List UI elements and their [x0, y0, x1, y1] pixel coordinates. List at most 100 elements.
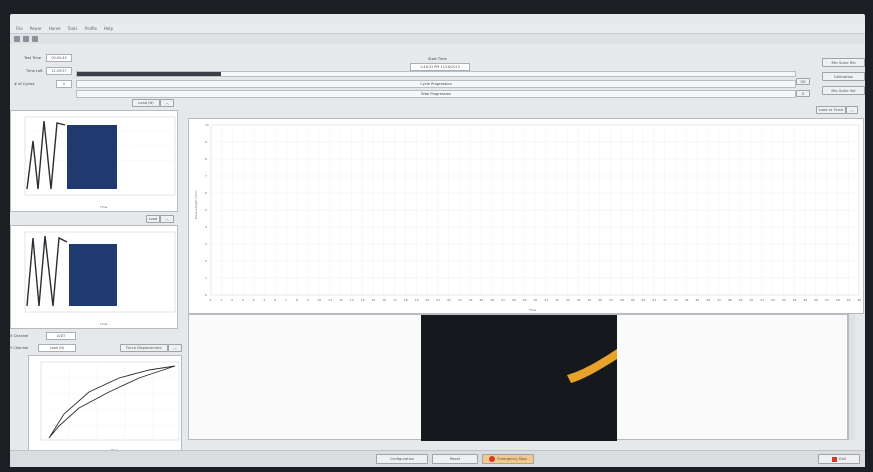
main-x-tick: 52 — [771, 298, 775, 302]
main-x-tick: 10 — [318, 298, 322, 302]
chevron-up-icon[interactable]: ︿ — [160, 215, 174, 223]
main-x-tick: 46 — [706, 298, 710, 302]
main-x-tick: 18 — [404, 298, 408, 302]
stop-icon — [489, 456, 496, 462]
main-x-tick: 30 — [534, 298, 538, 302]
scale-select[interactable]: Load vs Force — [816, 106, 846, 114]
time-axis-label-2: Time — [99, 322, 107, 326]
x-channel-value[interactable]: LVDT — [46, 332, 76, 340]
run-icon[interactable] — [14, 36, 20, 42]
main-x-tick: 16 — [382, 298, 386, 302]
main-x-tick: 23 — [458, 298, 462, 302]
main-x-tick: 0 — [210, 298, 212, 302]
main-x-tick: 47 — [717, 298, 721, 302]
menu-tools[interactable]: Tools — [68, 26, 78, 31]
exit-label: Exit — [839, 457, 846, 461]
main-x-tick: 9 — [307, 298, 309, 302]
cycle-progress-bar: Cycle Progression — [76, 80, 796, 88]
stop-icon[interactable] — [23, 36, 29, 42]
min-scale-rib-button[interactable]: Min Scale Rib — [822, 58, 865, 67]
main-x-tick: 49 — [739, 298, 743, 302]
reset-button[interactable]: Reset — [432, 454, 478, 464]
menu-file[interactable]: File — [16, 26, 23, 31]
main-x-tick: 43 — [674, 298, 678, 302]
main-x-tick: 19 — [415, 298, 419, 302]
main-x-tick: 44 — [685, 298, 689, 302]
main-x-tick: 29 — [523, 298, 527, 302]
pause-icon[interactable] — [32, 36, 38, 42]
main-y-tick: 0 — [205, 293, 207, 297]
main-x-tick: 51 — [760, 298, 764, 302]
main-x-tick: 58 — [836, 298, 840, 302]
cycles-label: # of Cycles — [14, 82, 35, 86]
main-x-tick: 17 — [393, 298, 397, 302]
main-x-tick: 34 — [577, 298, 581, 302]
main-y-tick: 2 — [205, 259, 207, 263]
chevron-up-icon[interactable]: ︿ — [168, 344, 182, 352]
main-force-time-chart: 0 1 2 3 4 5 6 7 8 9 10 11 12 13 14 15 16 17 18 19 20 21 22 23 24… — [188, 118, 864, 314]
main-x-tick: 7 — [285, 298, 287, 302]
main-x-tick: 42 — [663, 298, 667, 302]
time-left-value: 12:29:57 — [46, 67, 72, 75]
main-x-tick: 45 — [696, 298, 700, 302]
emergency-stop-button[interactable]: Emergency Stop — [482, 454, 534, 464]
time-axis-label: Time — [99, 205, 107, 209]
main-x-tick: 37 — [609, 298, 613, 302]
main-x-tick: 25 — [480, 298, 484, 302]
main-x-tick: 21 — [436, 298, 440, 302]
main-y-tick: 3 — [205, 242, 207, 246]
main-y-tick: 5 — [205, 208, 207, 212]
menu-help[interactable]: Help — [104, 26, 113, 31]
main-x-tick: 60 — [858, 298, 862, 302]
position-trace-dense — [69, 244, 117, 306]
main-x-tick: 6 — [274, 298, 276, 302]
main-y-tick: 1 — [205, 276, 207, 280]
x-channel-label: X Channel — [10, 334, 29, 338]
menu-profile[interactable]: Profile — [84, 26, 96, 31]
load-time-chart: Time — [10, 110, 178, 212]
main-x-tick: 31 — [544, 298, 548, 302]
menu-power[interactable]: Power — [30, 26, 42, 31]
main-y-tick: 10 — [205, 123, 209, 127]
vertical-scrollbar[interactable] — [848, 314, 855, 440]
total-progress-bar: Total Progression — [76, 90, 796, 98]
ok-button[interactable]: OK — [796, 78, 810, 85]
test-time-label: Test Time — [24, 56, 42, 60]
menu-home[interactable]: Home — [49, 26, 61, 31]
main-x-tick: 15 — [372, 298, 376, 302]
min-scale-set-button[interactable]: Min Scale Set — [822, 86, 865, 95]
main-x-tick: 57 — [825, 298, 829, 302]
main-x-tick: 38 — [620, 298, 624, 302]
main-x-tick: 50 — [750, 298, 754, 302]
exit-button[interactable]: Exit — [818, 454, 860, 464]
main-x-tick: 3 — [242, 298, 244, 302]
main-x-tick: 22 — [447, 298, 451, 302]
test-time-value: 00:00:45 — [46, 54, 72, 62]
menu-bar: File Power Home Tools Profile Help — [10, 24, 865, 34]
zero-button[interactable]: 0 — [796, 90, 810, 97]
main-x-tick: 48 — [728, 298, 732, 302]
configuration-button[interactable]: Configuration — [376, 454, 428, 464]
start-time-label: Start Time — [428, 57, 447, 61]
main-x-tick: 24 — [469, 298, 473, 302]
main-x-tick: 59 — [847, 298, 851, 302]
main-x-tick: 5 — [264, 298, 266, 302]
main-x-tick: 13 — [350, 298, 354, 302]
position-channel-select[interactable]: Load — [146, 215, 160, 223]
chevron-up-icon[interactable]: ︿ — [160, 99, 174, 107]
total-progress-label: Total Progression — [420, 92, 452, 96]
application-window: File Power Home Tools Profile Help Test … — [10, 14, 865, 467]
toolbar — [10, 34, 865, 44]
main-x-tick: 28 — [512, 298, 516, 302]
calibration-button[interactable]: Calibration — [822, 72, 865, 81]
test-progress-bar — [76, 71, 796, 77]
time-left-label: Time Left — [26, 69, 43, 73]
force-displacement-select[interactable]: Force Displacement — [120, 344, 168, 352]
load-channel-select[interactable]: Load (N) — [132, 99, 160, 107]
main-y-tick: 6 — [205, 191, 207, 195]
main-x-tick: 8 — [296, 298, 298, 302]
main-x-tick: 54 — [793, 298, 797, 302]
main-x-tick: 55 — [804, 298, 808, 302]
chevron-up-icon[interactable]: ︿ — [846, 106, 858, 114]
y-channel-value[interactable]: Load (N) — [38, 344, 76, 352]
